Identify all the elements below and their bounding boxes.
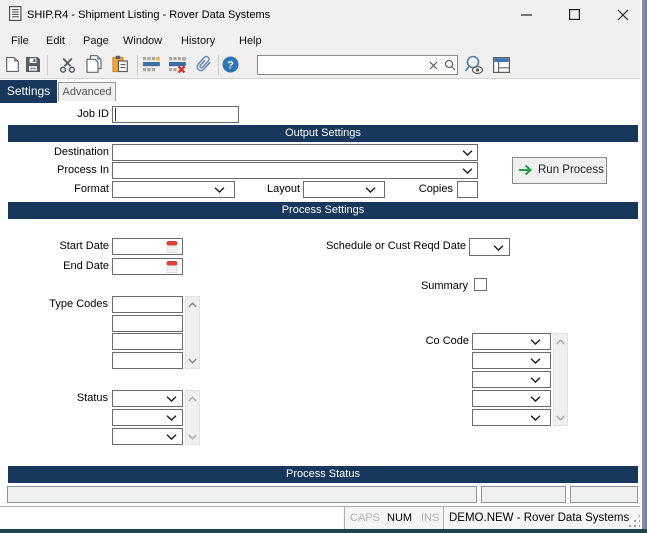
svg-text:?: ? [227,60,234,72]
